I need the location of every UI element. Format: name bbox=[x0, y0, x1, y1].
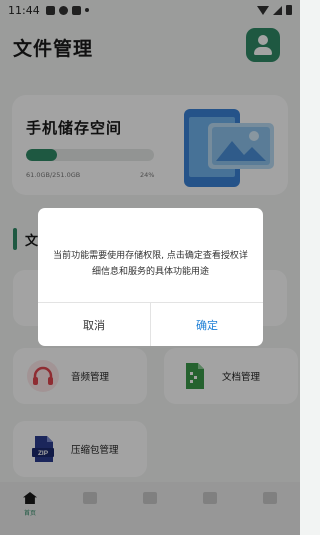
permission-dialog: 当前功能需要使用存储权限, 点击确定查看授权详细信息和服务的具体功能用途 取消 … bbox=[38, 208, 263, 346]
cancel-button[interactable]: 取消 bbox=[38, 303, 150, 346]
dialog-message: 当前功能需要使用存储权限, 点击确定查看授权详细信息和服务的具体功能用途 bbox=[53, 251, 248, 277]
confirm-button[interactable]: 确定 bbox=[151, 303, 263, 346]
